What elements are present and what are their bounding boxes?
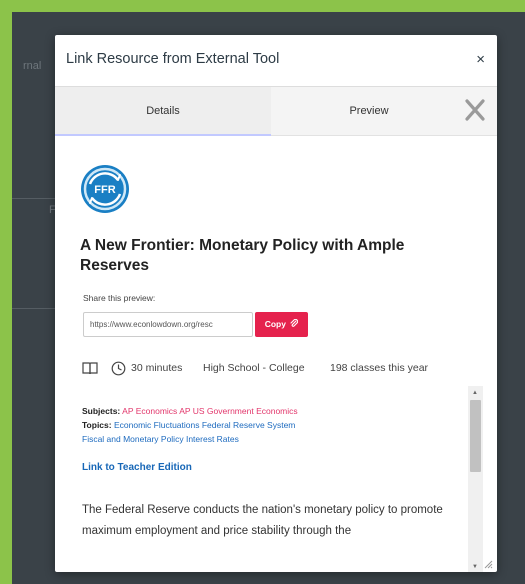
details-panel: FFR A New Frontier: Monetary Policy with…	[55, 136, 497, 572]
teacher-edition-link[interactable]: Link to Teacher Edition	[82, 462, 192, 473]
scroll-down-icon[interactable]: ▼	[472, 564, 478, 570]
subject-link[interactable]: AP US Government	[179, 406, 254, 416]
share-url-input[interactable]	[83, 312, 253, 337]
resource-tags: Subjects: AP Economics AP US Government …	[82, 404, 442, 446]
topic-link[interactable]: Fiscal and Monetary Policy	[82, 434, 184, 444]
scroll-up-icon[interactable]: ▲	[472, 390, 478, 396]
subject-link[interactable]: Economics	[256, 406, 298, 416]
subjects-label: Subjects:	[82, 406, 121, 416]
backdrop-label: rnal	[23, 60, 42, 72]
tab-preview[interactable]: Preview	[271, 87, 467, 136]
subjects-row: Subjects: AP Economics AP US Government …	[82, 404, 442, 418]
book-icon	[82, 362, 98, 375]
resource-title: A New Frontier: Monetary Policy with Amp…	[80, 237, 405, 274]
topic-link[interactable]: Federal Reserve System	[202, 420, 296, 430]
tab-bar: Details Preview	[55, 87, 497, 136]
details-scrollbar[interactable]: ▲ ▼	[468, 386, 483, 572]
share-label: Share this preview:	[83, 293, 156, 303]
close-icon[interactable]: ×	[476, 52, 485, 68]
copy-button[interactable]: Copy	[255, 312, 308, 337]
close-x-icon[interactable]	[463, 97, 487, 123]
clock-icon	[111, 361, 126, 376]
grade-text: High School - College	[203, 362, 305, 374]
modal-header: Link Resource from External Tool ×	[55, 35, 497, 87]
tab-details[interactable]: Details	[55, 87, 271, 136]
modal-title: Link Resource from External Tool	[66, 51, 280, 67]
copy-label: Copy	[264, 319, 286, 329]
logo-text: FFR	[94, 184, 115, 196]
subject-link[interactable]: AP Economics	[122, 406, 177, 416]
scroll-thumb[interactable]	[470, 400, 481, 472]
link-resource-modal: Link Resource from External Tool × Detai…	[55, 35, 497, 572]
topic-link[interactable]: Economic Fluctuations	[114, 420, 200, 430]
ffr-logo: FFR	[81, 165, 129, 213]
duration-text: 30 minutes	[131, 362, 183, 374]
resource-description: The Federal Reserve conducts the nation'…	[82, 504, 443, 537]
paperclip-icon	[290, 318, 299, 327]
topic-link[interactable]: Interest Rates	[186, 434, 239, 444]
topics-label: Topics:	[82, 420, 112, 430]
resize-grip-icon[interactable]	[483, 559, 493, 569]
topics-row: Topics: Economic Fluctuations Federal Re…	[82, 418, 442, 446]
classes-count: 198 classes this year	[330, 362, 429, 374]
